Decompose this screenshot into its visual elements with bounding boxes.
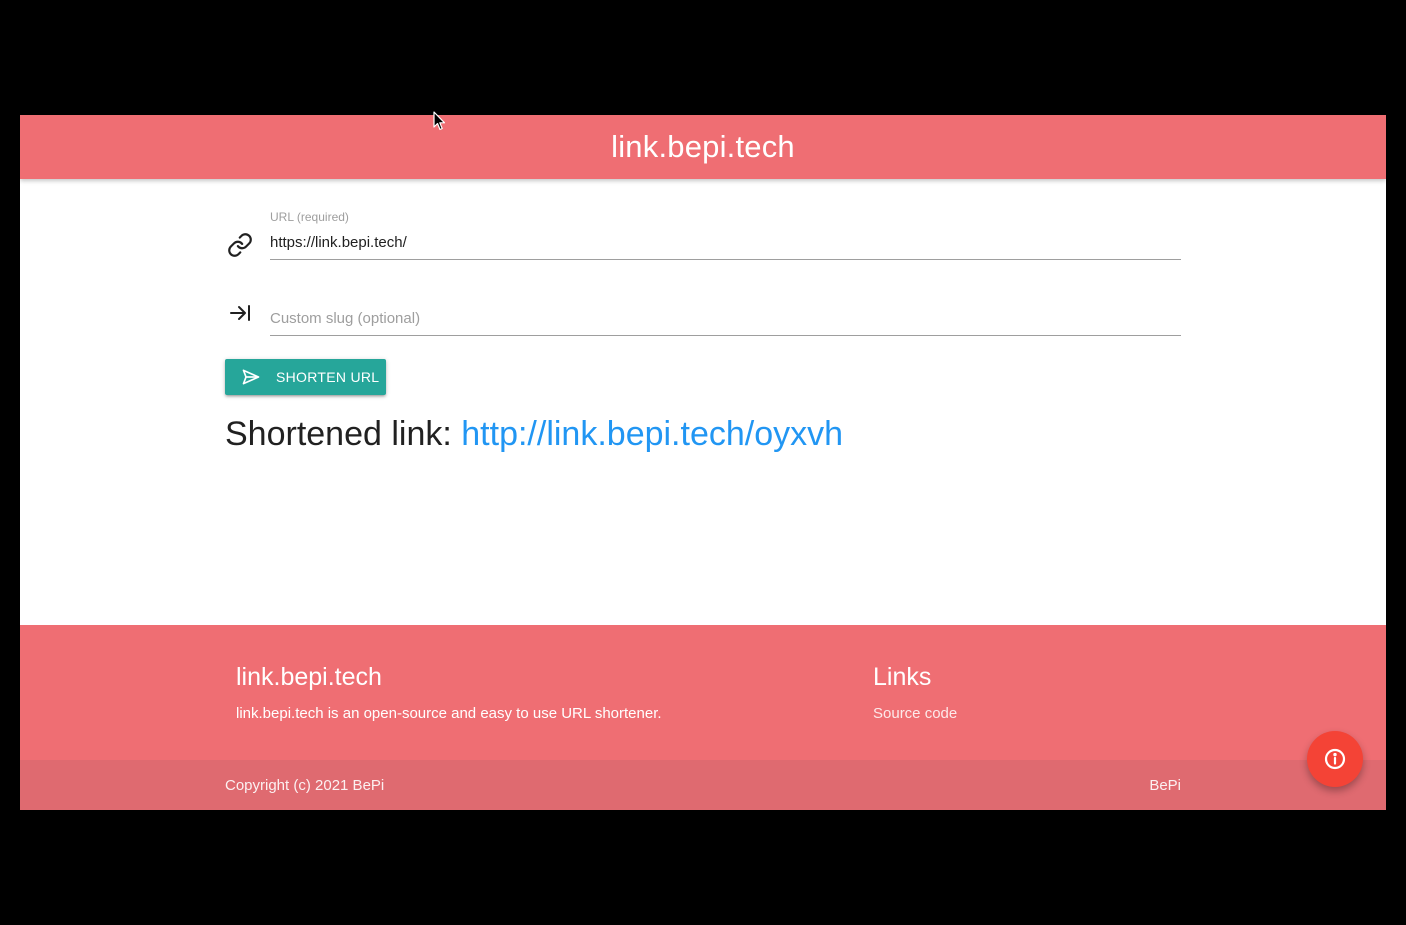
info-fab-button[interactable] — [1307, 731, 1363, 787]
send-icon — [241, 367, 261, 387]
shorten-url-button-label: SHORTEN URL — [276, 369, 380, 385]
footer-credit-link[interactable]: BePi — [1149, 777, 1181, 794]
link-icon — [225, 230, 255, 260]
footer-about-title: link.bepi.tech — [236, 663, 382, 691]
slug-field-row — [225, 285, 1181, 337]
browser-page: link.bepi.tech URL (required) https://li… — [20, 115, 1386, 810]
shortened-link[interactable]: http://link.bepi.tech/oyxvh — [461, 415, 843, 453]
slug-input[interactable] — [270, 302, 1181, 336]
url-input[interactable] — [270, 226, 1181, 260]
arrow-right-to-bar-icon — [225, 298, 255, 328]
footer-links-title: Links — [873, 663, 932, 691]
footer-links: Links Source code — [873, 659, 957, 722]
copyright-text: Copyright (c) 2021 BePi — [225, 777, 385, 794]
shorten-url-button[interactable]: SHORTEN URL — [225, 359, 386, 395]
footer-about-text: link.bepi.tech is an open-source and eas… — [236, 705, 662, 722]
brand-logo[interactable]: link.bepi.tech — [611, 129, 795, 165]
shortened-result: Shortened link: http://link.bepi.tech/oy… — [225, 415, 843, 454]
url-field-row: URL (required) — [225, 207, 1181, 269]
footer-about: link.bepi.tech link.bepi.tech is an open… — [236, 659, 662, 722]
footer-copyright-bar: Copyright (c) 2021 BePi BePi — [20, 760, 1386, 810]
shortened-link-prefix: Shortened link: — [225, 415, 462, 453]
page-footer: link.bepi.tech link.bepi.tech is an open… — [20, 625, 1386, 760]
navbar: link.bepi.tech — [20, 115, 1386, 179]
info-icon — [1323, 747, 1347, 771]
url-field-label: URL (required) — [270, 210, 349, 224]
mouse-cursor-icon — [433, 111, 446, 131]
footer-link-source-code[interactable]: Source code — [873, 705, 957, 722]
